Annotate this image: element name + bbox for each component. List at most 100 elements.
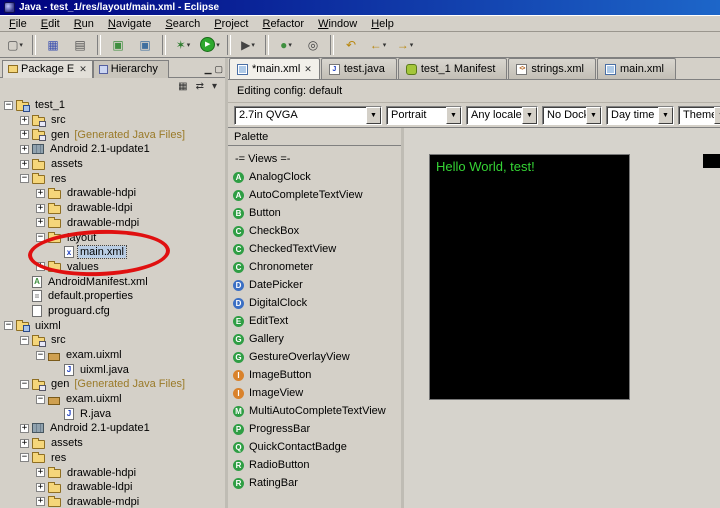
- tree-item[interactable]: drawable-mdpi: [0, 495, 225, 508]
- locale-combo[interactable]: Any locale ▼: [466, 105, 538, 125]
- palette-item[interactable]: M MultiAutoCompleteTextView: [228, 402, 401, 420]
- tree-item[interactable]: layout: [0, 230, 225, 245]
- layout-canvas[interactable]: Hello World, test!: [404, 128, 720, 508]
- dropdown-arrow-icon[interactable]: ▼: [522, 106, 537, 124]
- tree-expander-icon[interactable]: [20, 159, 29, 169]
- menu-item[interactable]: Navigate: [101, 17, 158, 31]
- orientation-combo[interactable]: Portrait ▼: [386, 105, 462, 125]
- tree-expander-icon[interactable]: [20, 174, 29, 184]
- debug-button[interactable]: ✶: [170, 34, 196, 56]
- palette-item[interactable]: G GestureOverlayView: [228, 348, 401, 366]
- tree-item[interactable]: drawable-ldpi: [0, 480, 225, 495]
- tree-expander-icon[interactable]: [20, 438, 29, 448]
- palette-item[interactable]: D DigitalClock: [228, 294, 401, 312]
- tree-expander-icon[interactable]: [36, 497, 45, 507]
- tree-item[interactable]: Android 2.1-update1: [0, 142, 225, 157]
- editor-tab[interactable]: test.java: [320, 58, 397, 79]
- palette-item[interactable]: R RadioButton: [228, 456, 401, 474]
- search-button[interactable]: ◎: [300, 34, 326, 56]
- tree-item[interactable]: drawable-mdpi: [0, 216, 225, 231]
- device-screen[interactable]: Hello World, test!: [429, 154, 630, 400]
- print-button[interactable]: ▤: [67, 34, 93, 56]
- tree-item[interactable]: gen [Generated Java Files]: [0, 127, 225, 142]
- palette-item[interactable]: G Gallery: [228, 330, 401, 348]
- dropdown-arrow-icon[interactable]: ▼: [714, 106, 720, 124]
- tree-item[interactable]: uixml: [0, 318, 225, 333]
- forward-button[interactable]: →: [392, 34, 418, 56]
- dropdown-arrow-icon[interactable]: ▼: [658, 106, 673, 124]
- new-java-element-button[interactable]: ●: [273, 34, 299, 56]
- dropdown-arrow-icon[interactable]: ▼: [366, 106, 381, 124]
- link-with-editor-icon[interactable]: ⇄: [196, 82, 204, 92]
- tree-expander-icon[interactable]: [36, 482, 45, 492]
- tree-expander-icon[interactable]: [36, 233, 45, 243]
- menu-item[interactable]: Run: [67, 17, 101, 31]
- tree-item[interactable]: uixml.java: [0, 362, 225, 377]
- tree-expander-icon[interactable]: [36, 188, 45, 198]
- menu-item[interactable]: Window: [311, 17, 364, 31]
- title-bar[interactable]: Java - test_1/res/layout/main.xml - Ecli…: [0, 0, 720, 15]
- android-avd-manager-button[interactable]: ▣: [132, 34, 158, 56]
- tree-item[interactable]: default.properties: [0, 289, 225, 304]
- tree-item[interactable]: assets: [0, 157, 225, 172]
- device-config-combo[interactable]: 2.7in QVGA ▼: [234, 105, 382, 125]
- tree-item[interactable]: exam.uixml: [0, 392, 225, 407]
- tree-expander-icon[interactable]: [20, 144, 29, 154]
- view-menu-icon[interactable]: ▾: [212, 82, 217, 92]
- time-combo[interactable]: Day time ▼: [606, 105, 674, 125]
- palette-item[interactable]: I ImageView: [228, 384, 401, 402]
- view-tab[interactable]: Package E ✕: [2, 60, 93, 78]
- palette-item[interactable]: Q QuickContactBadge: [228, 438, 401, 456]
- close-icon[interactable]: ✕: [79, 64, 87, 75]
- menu-item[interactable]: Project: [207, 17, 255, 31]
- external-tools-button[interactable]: ▶: [235, 34, 261, 56]
- tree-expander-icon[interactable]: [36, 203, 45, 213]
- palette-item[interactable]: A AutoCompleteTextView: [228, 186, 401, 204]
- tree-expander-icon[interactable]: [20, 115, 29, 125]
- menu-item[interactable]: Help: [364, 17, 401, 31]
- palette-item[interactable]: A AnalogClock: [228, 168, 401, 186]
- tree-expander-icon[interactable]: [4, 321, 13, 331]
- theme-combo[interactable]: Theme ▼: [678, 105, 720, 125]
- menu-item[interactable]: File: [2, 17, 34, 31]
- tree-item[interactable]: AndroidManifest.xml: [0, 274, 225, 289]
- palette-item[interactable]: B Button: [228, 204, 401, 222]
- tree-item[interactable]: Android 2.1-update1: [0, 421, 225, 436]
- palette-item[interactable]: R RatingBar: [228, 474, 401, 492]
- tree-item[interactable]: values: [0, 260, 225, 275]
- tree-expander-icon[interactable]: [20, 335, 29, 345]
- tree-expander-icon[interactable]: [36, 468, 45, 478]
- palette-header[interactable]: Palette: [228, 128, 401, 146]
- tree-expander-icon[interactable]: [36, 262, 45, 272]
- android-sdk-manager-button[interactable]: ▣: [105, 34, 131, 56]
- maximize-icon[interactable]: ▢: [214, 65, 223, 74]
- last-edit-location-button[interactable]: ↶: [338, 34, 364, 56]
- tree-item[interactable]: test_1: [0, 98, 225, 113]
- view-tab[interactable]: Hierarchy: [92, 60, 169, 78]
- close-icon[interactable]: ✕: [304, 64, 312, 75]
- menu-item[interactable]: Edit: [34, 17, 67, 31]
- editor-tab[interactable]: strings.xml: [508, 58, 596, 79]
- tree-item[interactable]: main.xml: [0, 245, 225, 260]
- palette-item[interactable]: C CheckedTextView: [228, 240, 401, 258]
- dropdown-arrow-icon[interactable]: ▼: [586, 106, 601, 124]
- palette-item[interactable]: C Chronometer: [228, 258, 401, 276]
- tree-item[interactable]: R.java: [0, 406, 225, 421]
- tree-expander-icon[interactable]: [20, 453, 29, 463]
- palette-item[interactable]: D DatePicker: [228, 276, 401, 294]
- dock-combo[interactable]: No Dock ▼: [542, 105, 602, 125]
- palette-item[interactable]: C CheckBox: [228, 222, 401, 240]
- tree-expander-icon[interactable]: [20, 130, 29, 140]
- menu-item[interactable]: Refactor: [255, 17, 311, 31]
- editor-tab[interactable]: *main.xml ✕: [229, 58, 320, 79]
- back-button[interactable]: ←: [365, 34, 391, 56]
- palette-item[interactable]: -= Views =-: [228, 150, 401, 168]
- new-wizard-button[interactable]: ▢: [2, 34, 28, 56]
- tree-item[interactable]: res: [0, 451, 225, 466]
- tree-expander-icon[interactable]: [36, 218, 45, 228]
- tree-expander-icon[interactable]: [36, 394, 45, 404]
- tree-item[interactable]: src: [0, 333, 225, 348]
- palette-item[interactable]: I ImageButton: [228, 366, 401, 384]
- collapse-all-icon[interactable]: ▦: [178, 82, 187, 92]
- minimize-icon[interactable]: ▁: [205, 65, 212, 74]
